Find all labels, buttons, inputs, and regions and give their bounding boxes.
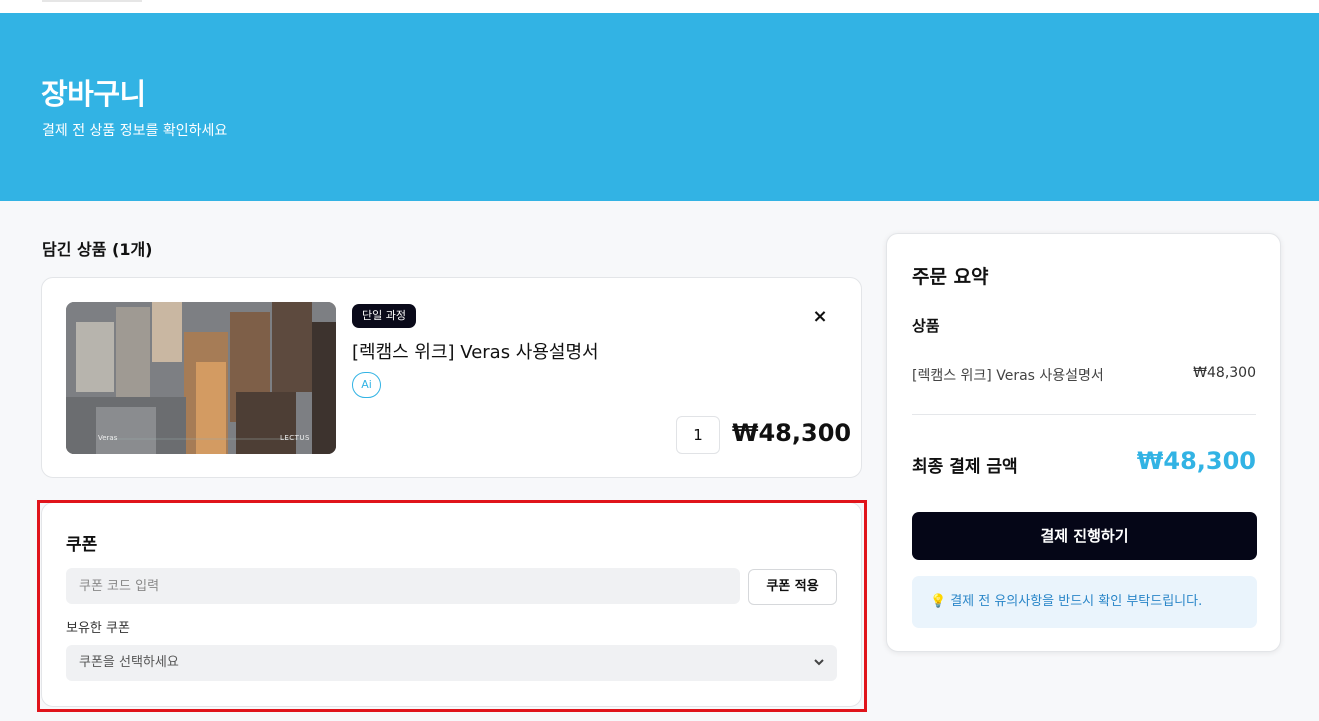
owned-coupons-label: 보유한 쿠폰 [66,621,130,636]
remove-item-button[interactable]: × [810,306,830,328]
course-thumbnail[interactable]: Veras LECTUS [66,302,336,454]
summary-line-item-price: ₩48,300 [1193,365,1256,381]
ai-tag: Ai [352,372,381,398]
page-header: 장바구니 결제 전 상품 정보를 확인하세요 [0,13,1319,201]
coupon-title: 쿠폰 [66,535,98,555]
lightbulb-icon: 💡 [930,594,947,609]
course-type-badge: 단일 과정 [352,304,416,328]
owned-coupon-select[interactable]: 쿠폰을 선택하세요 [66,645,837,681]
top-bar [0,0,1319,13]
page-title: 장바구니 [41,77,146,111]
top-bar-tab [42,0,142,2]
summary-title: 주문 요약 [912,266,989,288]
cart-item-card: Veras LECTUS 단일 과정 [렉캠스 위크] Veras 사용설명서 … [41,277,862,478]
order-summary-card: 주문 요약 상품 [렉캠스 위크] Veras 사용설명서 ₩48,300 최종… [886,233,1281,652]
chevron-down-icon [813,645,825,695]
quantity-field[interactable]: 1 [676,416,720,454]
coupon-select-value: 쿠폰을 선택하세요 [79,655,179,670]
coupon-code-input[interactable] [66,568,740,604]
page-subtitle: 결제 전 상품 정보를 확인하세요 [42,123,228,139]
city-skyline-image [66,302,336,454]
payment-notice: 💡 결제 전 유의사항을 반드시 확인 부탁드립니다. [912,576,1257,628]
summary-divider [912,414,1256,415]
thumbnail-label-left: Veras [98,434,118,442]
cart-item-price: ₩48,300 [732,419,852,447]
apply-coupon-button[interactable]: 쿠폰 적용 [748,569,837,605]
summary-products-label: 상품 [912,317,940,335]
summary-line-item-name: [렉캠스 위크] Veras 사용설명서 [912,368,1104,384]
total-label: 최종 결제 금액 [912,457,1018,477]
coupon-card: 쿠폰 쿠폰 적용 보유한 쿠폰 쿠폰을 선택하세요 [41,502,862,707]
cart-item-title[interactable]: [렉캠스 위크] Veras 사용설명서 [352,338,599,364]
close-icon: × [812,306,828,327]
payment-notice-text: 결제 전 유의사항을 반드시 확인 부탁드립니다. [950,594,1203,609]
total-value: ₩48,300 [1136,447,1256,475]
proceed-payment-button[interactable]: 결제 진행하기 [912,512,1257,560]
thumbnail-label-right: LECTUS [279,434,310,442]
cart-section-title: 담긴 상품 (1개) [42,240,153,259]
